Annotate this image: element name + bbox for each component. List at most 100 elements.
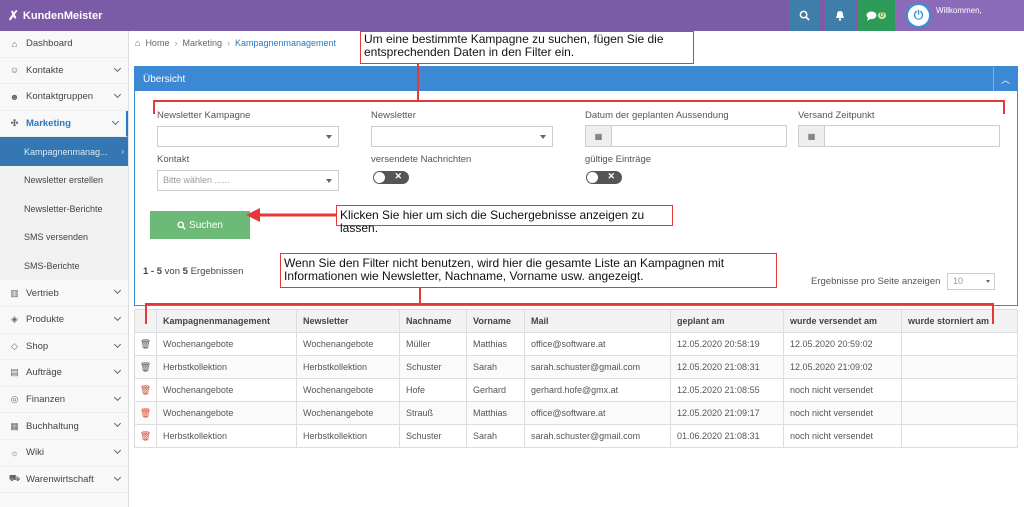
table-header[interactable]: Nachname (399, 309, 467, 333)
sidebar-item-kontaktgruppen[interactable]: ☻ Kontaktgruppen (0, 84, 128, 111)
chevron-down-icon (113, 313, 122, 321)
bell-icon (836, 11, 844, 21)
search-icon (177, 220, 186, 230)
sidebar-item-label: Produkte (26, 314, 65, 326)
brand-name: KundenMeister (22, 9, 103, 22)
table-header-row: Kampagnenmanagement Newsletter Nachname … (134, 309, 1018, 333)
table-cell: 12.05.2020 21:08:55 (670, 378, 784, 402)
delete-icon[interactable]: 🗑 (134, 332, 157, 356)
table-header[interactable]: Mail (524, 309, 671, 333)
send-date-input[interactable]: ▦ (585, 125, 787, 147)
table-header[interactable]: wurde storniert am (901, 309, 1018, 333)
table-cell: Wochenangebote (156, 332, 297, 356)
coins-icon: ◎ (10, 394, 19, 405)
chat-icon (866, 11, 877, 21)
collapse-button[interactable]: ︿ (993, 67, 1017, 91)
power-icon[interactable]: ⏻ (906, 3, 931, 28)
delete-icon[interactable]: 🗑 (134, 355, 157, 379)
table-row[interactable]: 🗑 Wochenangebote Wochenangebote Müller Matth… (134, 332, 1018, 356)
send-time-input[interactable]: ▦ (798, 125, 1000, 147)
sidebar-item-buchhaltung[interactable]: ▦ Buchhaltung (0, 413, 128, 440)
chevron-down-icon (113, 91, 122, 99)
table-cell (901, 378, 1018, 402)
valid-entries-label: gültige Einträge (585, 154, 652, 165)
breadcrumb-home[interactable]: Home (145, 38, 169, 48)
table-cell: Wochenangebote (296, 378, 400, 402)
toggle-knob (374, 172, 385, 183)
table-header[interactable]: wurde versendet am (783, 309, 902, 333)
chevron-down-icon (113, 393, 122, 401)
table-cell: Gerhard (466, 378, 525, 402)
table-header[interactable]: geplant am (670, 309, 784, 333)
sidebar-item-kontakte[interactable]: ☺ Kontakte (0, 58, 128, 85)
table-row[interactable]: 🗑 Herbstkollektion Herbstkollektion Schuste… (134, 355, 1018, 379)
annotation-search-note: Klicken Sie hier um sich die Suchergebni… (336, 205, 673, 235)
sidebar-subitem-newsletter-erstellen[interactable]: Newsletter erstellen (0, 165, 128, 195)
sidebar-subitem-newsletter-berichte[interactable]: Newsletter-Berichte (0, 194, 128, 224)
sidebar-subitem-sms-berichte[interactable]: SMS-Berichte (0, 251, 128, 281)
table-cell: Matthias (466, 332, 525, 356)
delete-icon[interactable]: 🗑 (134, 401, 157, 425)
home-icon: ⌂ (11, 38, 18, 49)
bulb-icon: ☼ (10, 447, 19, 458)
sidebar-item-dashboard[interactable]: ⌂ Dashboard (0, 31, 128, 58)
notifications-button[interactable] (825, 0, 855, 31)
sidebar-item-warenwirtschaft[interactable]: ⛟ Warenwirtschaft (0, 467, 128, 494)
table-header[interactable]: Vorname (466, 309, 525, 333)
sidebar-item-marketing[interactable]: ✣ Marketing (0, 110, 128, 138)
sidebar-item-produkte[interactable]: ◈ Produkte (0, 307, 128, 334)
sidebar-item-auftraege[interactable]: ▤ Aufträge (0, 360, 128, 387)
table-row[interactable]: 🗑 Wochenangebote Wochenangebote Hofe Gerhard… (134, 378, 1018, 402)
annotation-connector (417, 64, 419, 101)
messages-button[interactable]: 0 (857, 0, 895, 31)
valid-entries-toggle[interactable]: ✕ (586, 171, 622, 184)
chevron-down-icon (113, 64, 122, 72)
send-date-filter-label: Datum der geplanten Aussendung (585, 110, 729, 121)
table-cell (901, 332, 1018, 356)
table-cell: Sarah (466, 355, 525, 379)
table-header[interactable]: Newsletter (296, 309, 400, 333)
annotation-connector (419, 288, 421, 303)
table-cell: Wochenangebote (156, 378, 297, 402)
result-total: 5 (182, 266, 188, 277)
sidebar-subitem-kampagnenmanagement[interactable]: Kampagnenmanag... › (0, 137, 128, 166)
table-row[interactable]: 🗑 Wochenangebote Wochenangebote Strauß Matth… (134, 401, 1018, 425)
delete-icon[interactable]: 🗑 (134, 424, 157, 448)
contact-filter-label: Kontakt (157, 154, 190, 165)
table-cell: office@software.at (524, 401, 671, 425)
contact-select-placeholder: Bitte wählen ...... (163, 175, 230, 185)
table-cell: Wochenangebote (156, 401, 297, 425)
table-cell: Wochenangebote (296, 332, 400, 356)
search-icon (799, 10, 810, 21)
sidebar-item-shop[interactable]: ◇ Shop (0, 334, 128, 361)
sidebar-item-vertrieb[interactable]: ▥ Vertrieb (0, 280, 128, 307)
newsletter-select[interactable] (371, 126, 553, 147)
contact-select[interactable]: Bitte wählen ...... (157, 170, 339, 191)
table-cell: noch nicht versendet (783, 424, 902, 448)
table-header[interactable]: Kampagnenmanagement (156, 309, 297, 333)
campaign-select[interactable] (157, 126, 339, 147)
table-cell: 01.06.2020 21:08:31 (670, 424, 784, 448)
sidebar-item-label: Kontakte (26, 64, 64, 76)
sent-messages-toggle[interactable]: ✕ (373, 171, 409, 184)
delete-icon[interactable]: 🗑 (134, 378, 157, 402)
sidebar-item-wiki[interactable]: ☼ Wiki (0, 440, 128, 467)
sidebar-item-finanzen[interactable]: ◎ Finanzen (0, 387, 128, 414)
annotation-bracket (153, 100, 155, 114)
table-cell: 12.05.2020 20:59:02 (783, 332, 902, 356)
per-page-select[interactable]: 10 (947, 273, 995, 290)
table-cell: 12.05.2020 21:09:17 (670, 401, 784, 425)
brand[interactable]: ✗ KundenMeister (0, 0, 129, 31)
search-button-label: Suchen (189, 219, 223, 231)
groups-icon: ☻ (9, 91, 20, 102)
sidebar-subitem-sms-versenden[interactable]: SMS versenden (0, 223, 128, 252)
annotation-bracket (153, 100, 1005, 102)
breadcrumb-marketing[interactable]: Marketing (182, 38, 222, 48)
breadcrumb-separator: › (226, 38, 230, 48)
table-cell: Herbstkollektion (156, 355, 297, 379)
search-submit-button[interactable]: Suchen (150, 211, 250, 239)
table-row[interactable]: 🗑 Herbstkollektion Herbstkollektion Schuste… (134, 424, 1018, 448)
sidebar-subitem-label: SMS versenden (24, 232, 89, 243)
table-cell: Sarah (466, 424, 525, 448)
search-button[interactable] (789, 0, 819, 31)
